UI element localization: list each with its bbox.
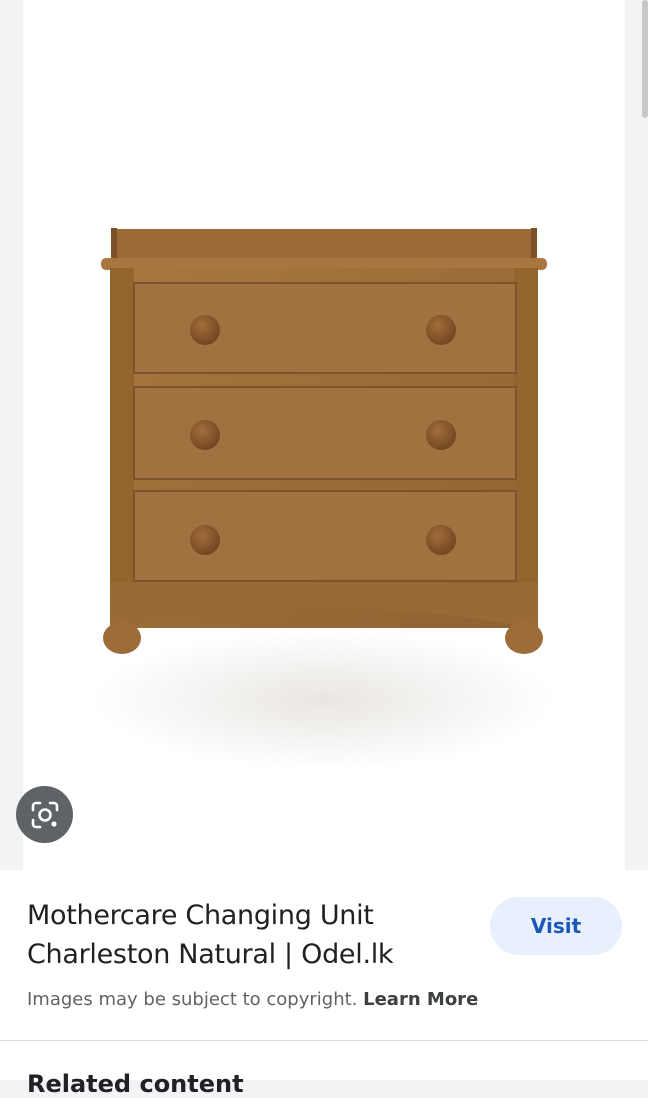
scrollbar-thumb[interactable]: [642, 0, 648, 118]
related-content-heading: Related content: [27, 1070, 244, 1098]
google-lens-icon: [31, 801, 58, 828]
result-info-panel: Mothercare Changing Unit Charleston Natu…: [0, 870, 648, 1098]
learn-more-link[interactable]: Learn More: [363, 989, 478, 1010]
result-title-line-1: Mothercare Changing Unit: [27, 900, 374, 931]
visit-button[interactable]: Visit: [490, 897, 622, 955]
copyright-notice: Images may be subject to copyright. Lear…: [27, 989, 478, 1010]
section-divider: [0, 1040, 648, 1041]
copyright-text: Images may be subject to copyright.: [27, 989, 358, 1010]
product-image-frame[interactable]: [23, 0, 625, 870]
result-title[interactable]: Mothercare Changing Unit Charleston Natu…: [27, 896, 447, 974]
result-title-line-2: Charleston Natural | Odel.lk: [27, 939, 394, 970]
product-image-changing-unit: [94, 228, 554, 770]
lens-search-button[interactable]: [16, 786, 73, 843]
